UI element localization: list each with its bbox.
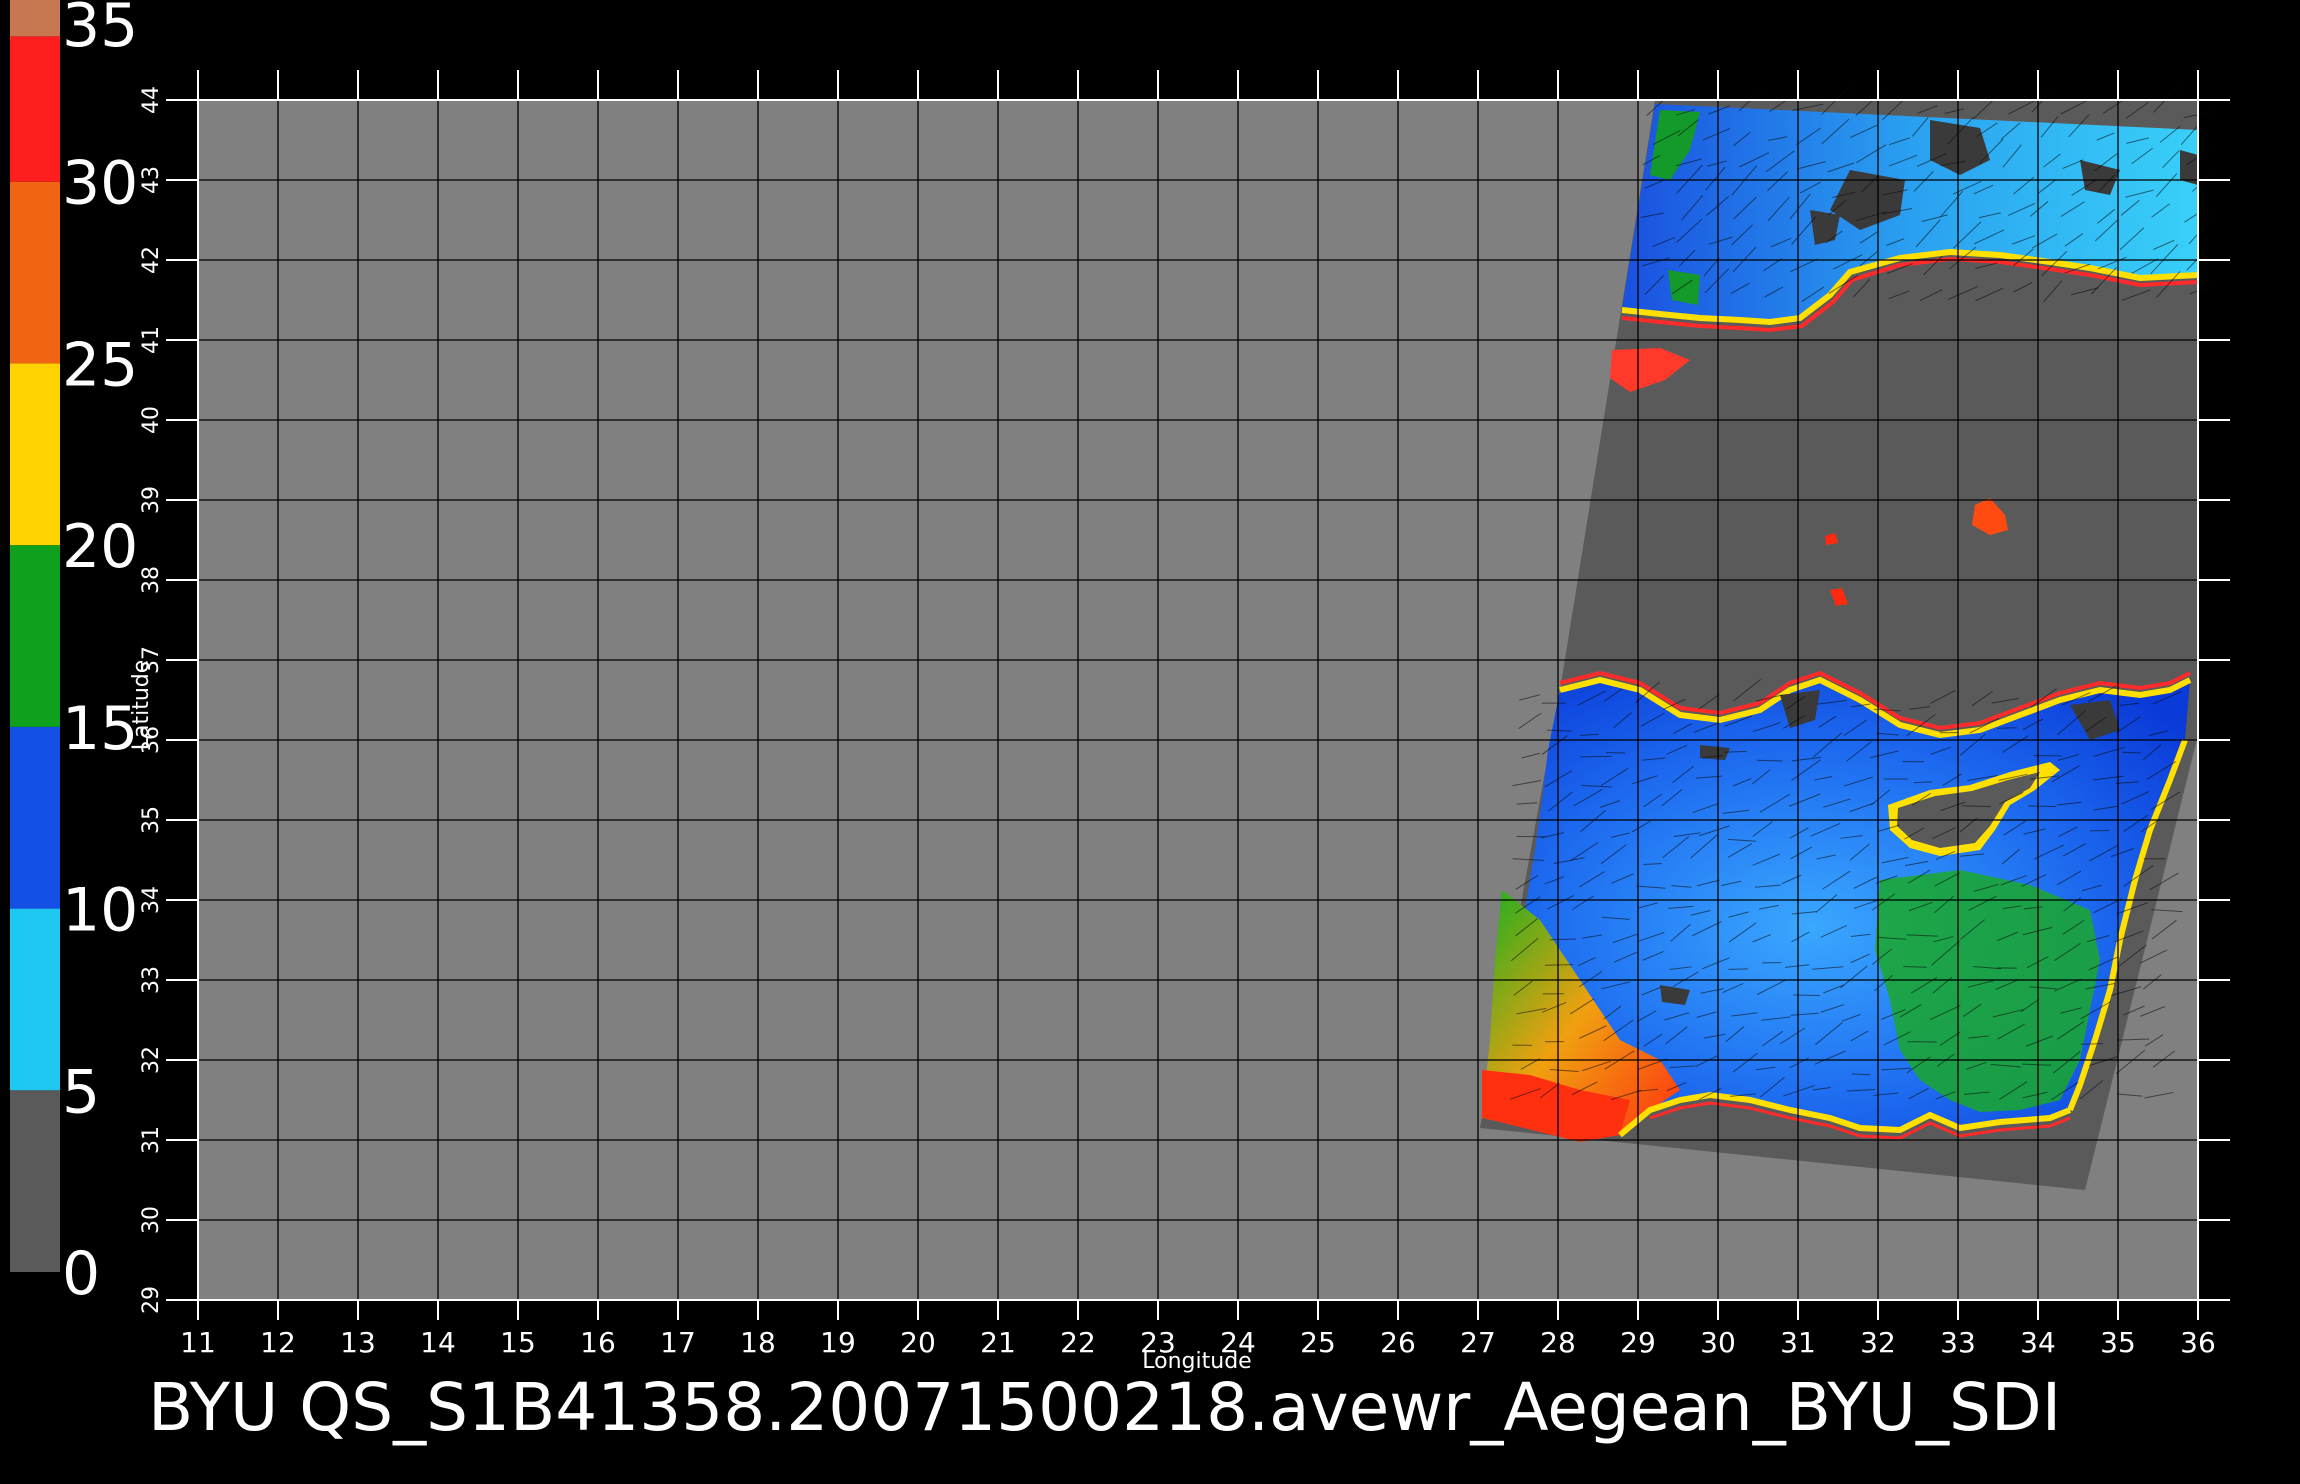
- y-tick-label: 38: [139, 566, 164, 594]
- x-tick-label: 33: [1940, 1326, 1976, 1359]
- colorbar-tick-label: 30: [62, 149, 138, 219]
- x-tick-label: 32: [1860, 1326, 1896, 1359]
- colorbar-tick-label: 5: [62, 1057, 100, 1127]
- wind-vector: [2028, 806, 2056, 807]
- y-tick-label: 42: [139, 246, 164, 274]
- x-tick-label: 31: [1780, 1326, 1816, 1359]
- y-tick-label: 33: [139, 966, 164, 994]
- wind-vector: [1728, 969, 1748, 970]
- colorbar-tick-labels: 35 30 25 20 15 10 5 0: [62, 0, 138, 1309]
- y-tick-label: 35: [139, 806, 164, 834]
- x-tick-label: 15: [500, 1326, 536, 1359]
- black-sea-green-patch-2: [1668, 270, 1700, 305]
- colorbar-tick-label: 25: [62, 330, 138, 400]
- wind-vector: [2081, 1044, 2103, 1045]
- colorbar-tick-label: 0: [62, 1239, 100, 1309]
- x-tick-label: 12: [260, 1326, 296, 1359]
- colorbar-segment: [10, 0, 60, 36]
- wind-vector: [1725, 751, 1747, 752]
- colorbar-tick-label: 35: [62, 0, 138, 61]
- x-tick-label: 17: [660, 1326, 696, 1359]
- y-tick-label: 29: [139, 1286, 164, 1314]
- x-tick-label: 11: [180, 1326, 216, 1359]
- wind-map-svg: 1112131415161718192021222324252627282930…: [0, 0, 2300, 1480]
- colorbar-tick-label: 10: [62, 876, 138, 946]
- x-tick-label: 13: [340, 1326, 376, 1359]
- figure-title: BYU QS_S1B41358.20071500218.avewr_Aegean…: [148, 1369, 2061, 1446]
- colorbar-segment: [10, 1090, 60, 1272]
- colorbar-segment: [10, 909, 60, 1091]
- y-tick-label: 40: [139, 406, 164, 434]
- colorbar-segment: [10, 363, 60, 545]
- x-tick-label: 20: [900, 1326, 936, 1359]
- colorbar-tick-label: 15: [62, 694, 138, 764]
- y-tick-label: 39: [139, 486, 164, 514]
- x-tick-label: 29: [1620, 1326, 1656, 1359]
- wind-vector: [1516, 836, 1545, 837]
- colorbar-segment: [10, 36, 60, 181]
- x-tick-label: 26: [1380, 1326, 1416, 1359]
- y-tick-label: 43: [139, 166, 164, 194]
- colorbar-segment: [10, 545, 60, 727]
- x-tick-label: 27: [1460, 1326, 1496, 1359]
- y-tick-label: 34: [139, 886, 164, 914]
- x-tick-label: 28: [1540, 1326, 1576, 1359]
- x-tick-label: 21: [980, 1326, 1016, 1359]
- y-tick-label: 31: [139, 1126, 164, 1154]
- x-tick-label: 36: [2180, 1326, 2216, 1359]
- x-tick-label: 35: [2100, 1326, 2136, 1359]
- wind-vector: [1580, 756, 1611, 757]
- wind-vector: [2122, 752, 2140, 753]
- y-tick-label: 41: [139, 326, 164, 354]
- y-tick-label: 32: [139, 1046, 164, 1074]
- x-tick-label: 19: [820, 1326, 856, 1359]
- x-tick-label: 18: [740, 1326, 776, 1359]
- map-figure: 1112131415161718192021222324252627282930…: [0, 0, 2300, 1480]
- x-tick-label: 25: [1300, 1326, 1336, 1359]
- colorbar: [10, 0, 60, 1272]
- colorbar-segment: [10, 182, 60, 364]
- x-tick-label: 14: [420, 1326, 456, 1359]
- x-tick-label: 34: [2020, 1326, 2056, 1359]
- wind-vector: [1545, 965, 1573, 966]
- plot-area: [198, 86, 2214, 1300]
- y-tick-label: 30: [139, 1206, 164, 1234]
- colorbar-segment: [10, 727, 60, 909]
- x-tick-label: 30: [1700, 1326, 1736, 1359]
- y-tick-label: 44: [139, 86, 164, 114]
- x-tick-label: 22: [1060, 1326, 1096, 1359]
- x-tick-label: 16: [580, 1326, 616, 1359]
- colorbar-tick-label: 20: [62, 512, 138, 582]
